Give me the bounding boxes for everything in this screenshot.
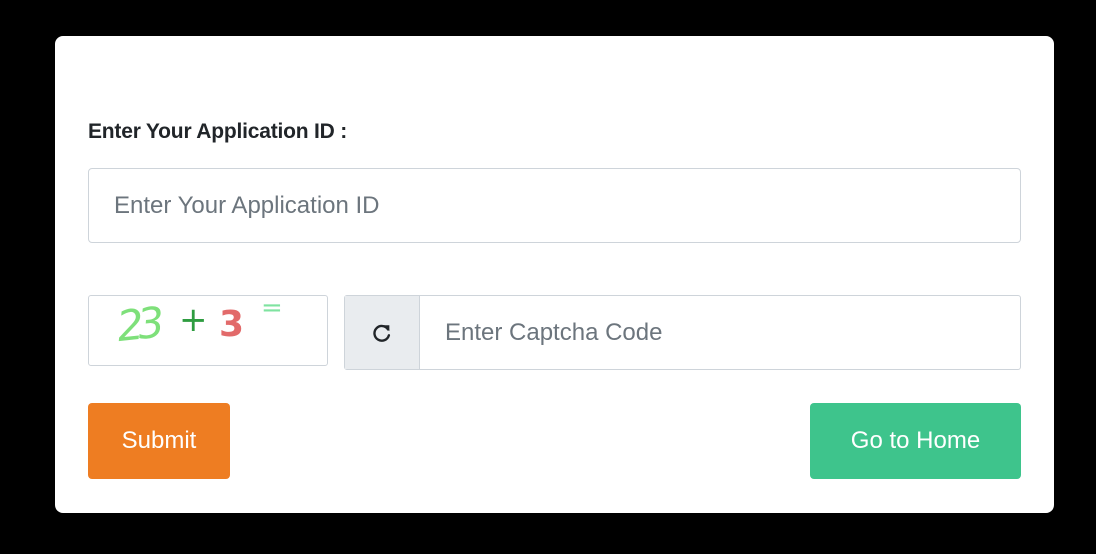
captcha-second-number: 3 [219,304,245,345]
go-to-home-button[interactable]: Go to Home [810,403,1021,479]
submit-button[interactable]: Submit [88,403,230,479]
refresh-captcha-button[interactable] [345,296,420,369]
application-form-card: Enter Your Application ID : 23 + 3 = Sub… [55,36,1054,513]
application-id-input[interactable] [88,168,1021,243]
captcha-input-group [344,295,1021,370]
captcha-image: 23 + 3 = [88,293,328,366]
captcha-operator: + [179,300,208,340]
captcha-equals: = [261,293,283,323]
captcha-code-input[interactable] [420,296,1020,369]
refresh-icon [373,324,391,342]
page-background: Enter Your Application ID : 23 + 3 = Sub… [0,0,1096,554]
captcha-first-number: 23 [114,297,161,352]
application-id-label: Enter Your Application ID : [88,120,348,143]
